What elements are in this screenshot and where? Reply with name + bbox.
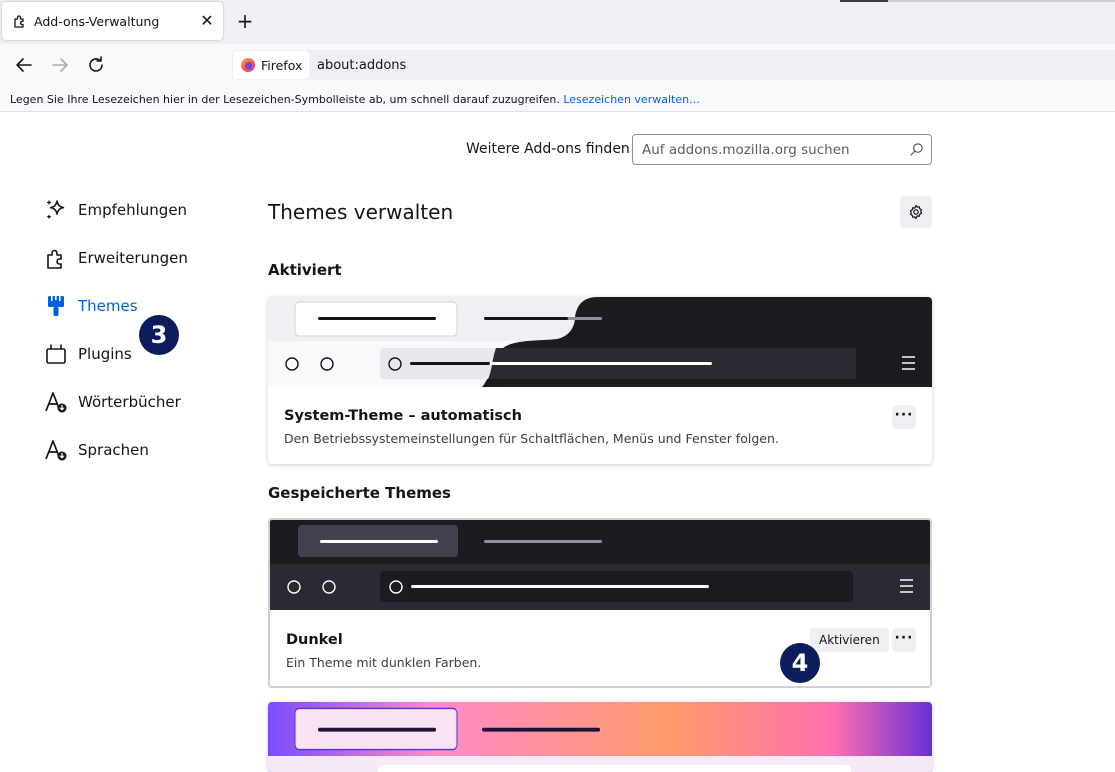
- bookmarks-hint: Legen Sie Ihre Lesezeichen hier in der L…: [10, 93, 560, 106]
- sidebar-item-label: Empfehlungen: [78, 201, 188, 219]
- more-options-button[interactable]: ···: [892, 628, 916, 652]
- step-badge-4: 4: [780, 643, 820, 683]
- theme-preview-dark: [270, 520, 930, 610]
- reload-icon[interactable]: [84, 53, 108, 77]
- puzzle-icon: [14, 15, 24, 28]
- enable-theme-button[interactable]: Aktivieren: [810, 628, 889, 652]
- sidebar-item-label: Sprachen: [78, 441, 149, 459]
- sidebar-item-dictionaries[interactable]: Wörterbücher: [44, 386, 224, 416]
- identity-label: Firefox: [261, 58, 303, 73]
- theme-name: System-Theme – automatisch: [284, 408, 522, 424]
- sidebar-item-recommendations[interactable]: Empfehlungen: [44, 194, 224, 224]
- search-input[interactable]: [642, 141, 902, 159]
- identity-box[interactable]: Firefox: [233, 51, 309, 79]
- sidebar-item-label: Plugins: [78, 345, 132, 363]
- language-icon: [45, 440, 67, 461]
- theme-description: Ein Theme mit dunklen Farben.: [286, 655, 482, 670]
- theme-card-system: System-Theme – automatisch Den Betriebss…: [268, 297, 932, 464]
- brush-icon: [48, 296, 64, 316]
- sidebar-item-themes[interactable]: Themes: [44, 290, 224, 320]
- gear-icon: [909, 204, 923, 220]
- theme-preview-colorful: [268, 702, 932, 772]
- tab-addons-manager[interactable]: Add-ons-Verwaltung ✕: [2, 2, 223, 40]
- url-text[interactable]: about:addons: [317, 58, 406, 73]
- theme-preview-system: [268, 297, 932, 387]
- search-icon: [910, 143, 923, 156]
- window-control-mark-light: [888, 0, 1115, 2]
- settings-button[interactable]: [900, 196, 932, 228]
- close-icon[interactable]: ✕: [198, 12, 216, 30]
- theme-card-dark: Dunkel Ein Theme mit dunklen Farben. Akt…: [268, 518, 932, 688]
- manage-bookmarks-link[interactable]: Lesezeichen verwalten…: [563, 93, 700, 106]
- sidebar-item-label: Wörterbücher: [78, 393, 181, 411]
- section-title-enabled: Aktiviert: [268, 261, 342, 279]
- window-control-mark: [840, 0, 888, 2]
- sidebar-item-languages[interactable]: Sprachen: [44, 434, 224, 464]
- sparkles-icon: [46, 200, 65, 220]
- theme-description: Den Betriebssystemeinstellungen für Scha…: [284, 431, 779, 446]
- find-more-addons-label: Weitere Add-ons finden: [466, 141, 630, 157]
- forward-arrow-icon[interactable]: [48, 53, 72, 77]
- section-title-saved: Gespeicherte Themes: [268, 484, 451, 502]
- back-arrow-icon[interactable]: [12, 53, 36, 77]
- tab-title: Add-ons-Verwaltung: [34, 14, 160, 29]
- theme-name: Dunkel: [286, 632, 343, 648]
- page-title: Themes verwalten: [268, 200, 454, 224]
- more-options-button[interactable]: ···: [892, 405, 916, 429]
- puzzle-icon: [47, 249, 62, 269]
- theme-card-colorful: [268, 702, 932, 772]
- sidebar-item-extensions[interactable]: Erweiterungen: [44, 242, 224, 272]
- new-tab-button[interactable]: +: [234, 10, 256, 32]
- bookmarks-empty-message: Legen Sie Ihre Lesezeichen hier in der L…: [10, 93, 700, 106]
- firefox-logo-icon: [241, 58, 255, 72]
- dictionary-icon: [45, 392, 67, 413]
- addons-search-box[interactable]: [632, 134, 932, 165]
- sidebar-item-plugins[interactable]: Plugins: [44, 338, 224, 368]
- sidebar-item-label: Erweiterungen: [78, 249, 188, 267]
- plugin-icon: [46, 344, 66, 364]
- step-badge-3: 3: [139, 315, 179, 355]
- sidebar-item-label: Themes: [78, 297, 138, 315]
- tab-strip: Add-ons-Verwaltung ✕ +: [0, 0, 1115, 44]
